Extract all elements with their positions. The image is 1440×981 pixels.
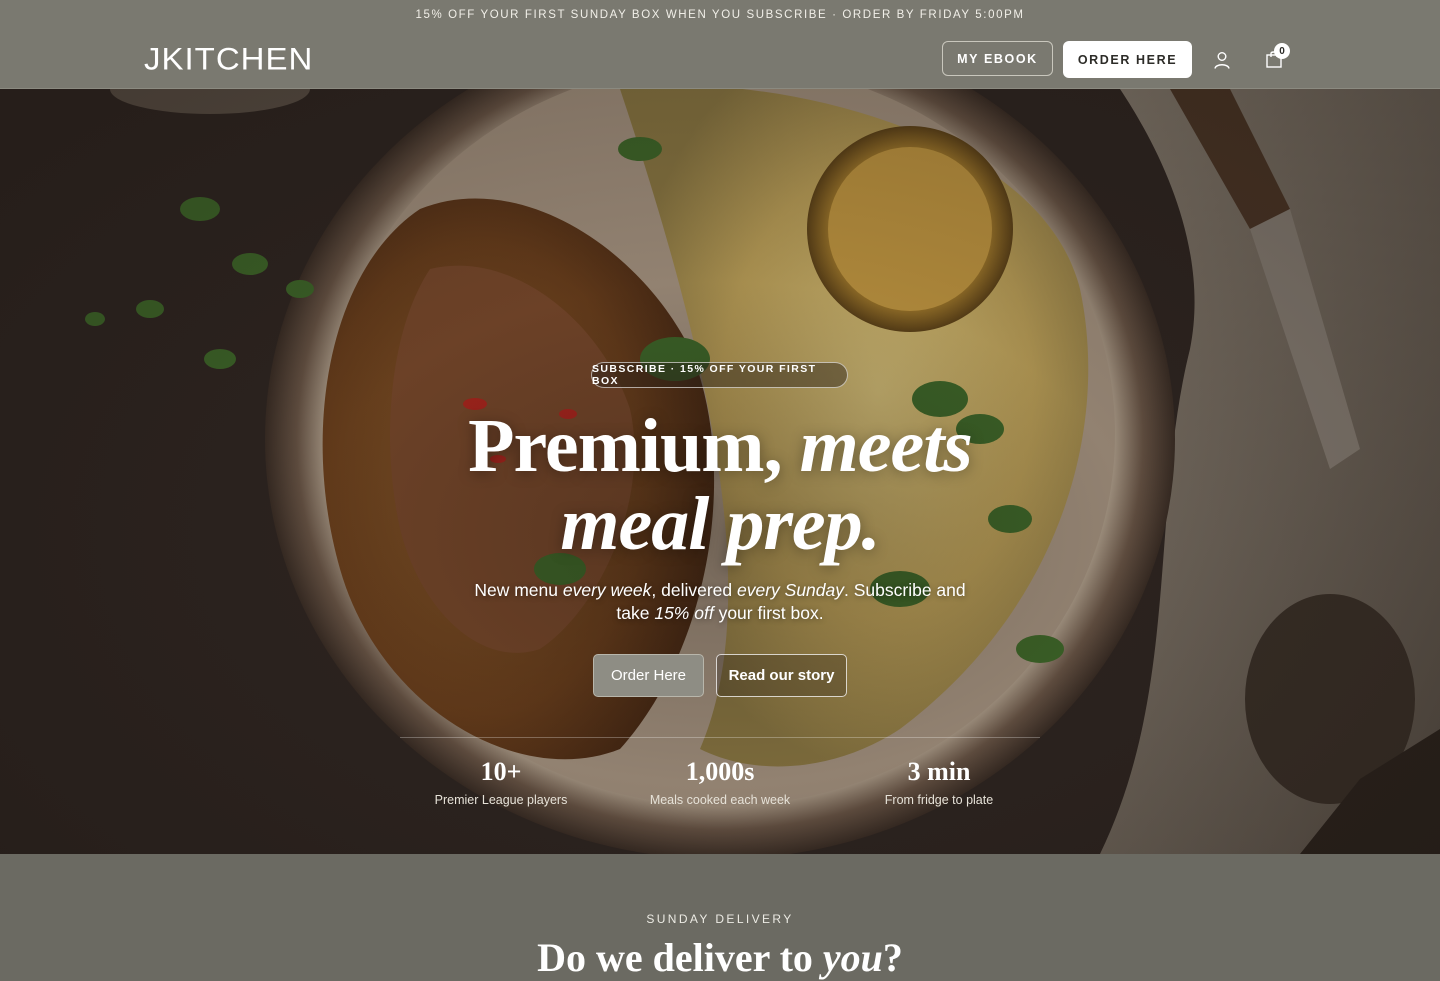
subtext-part: your first box.	[713, 603, 824, 623]
stat-prep-time: 3 min From fridge to plate	[829, 755, 1049, 807]
stat-label: From fridge to plate	[884, 793, 994, 807]
subtext-part: New menu	[474, 580, 563, 600]
headline-emphasis-line2: meal prep.	[560, 482, 880, 566]
hero-section: SUBSCRIBE · 15% OFF YOUR FIRST BOX Premi…	[0, 89, 1440, 854]
hero-order-button[interactable]: Order Here	[593, 654, 704, 697]
order-here-button[interactable]: ORDER HERE	[1063, 41, 1192, 78]
delivery-kicker: SUNDAY DELIVERY	[646, 912, 794, 926]
stat-label: Premier League players	[434, 793, 568, 807]
stats-divider	[400, 737, 1040, 738]
cart-count-badge: 0	[1274, 43, 1290, 59]
delivery-title-part: Do we deliver to	[537, 935, 823, 980]
user-icon[interactable]	[1212, 50, 1232, 70]
read-story-button[interactable]: Read our story	[716, 654, 847, 697]
headline-plain: Premium,	[468, 404, 783, 488]
site-header: JKITCHEN MY EBOOK ORDER HERE 0	[0, 30, 1440, 89]
subtext-emphasis: every week	[562, 580, 652, 600]
subtext-emphasis: every Sunday	[737, 580, 845, 600]
stat-meals: 1,000s Meals cooked each week	[610, 755, 830, 807]
delivery-title-emphasis: you	[822, 935, 883, 980]
subscribe-pill: SUBSCRIBE · 15% OFF YOUR FIRST BOX	[591, 362, 848, 388]
stat-value: 3 min	[907, 757, 971, 786]
announcement-bar: 15% OFF YOUR FIRST SUNDAY BOX WHEN YOU S…	[0, 0, 1440, 30]
my-ebook-button[interactable]: MY EBOOK	[942, 41, 1053, 76]
hero-headline: Premium, meets meal prep.	[340, 407, 1100, 563]
delivery-title: Do we deliver to you?	[0, 934, 1440, 981]
stat-label: Meals cooked each week	[649, 793, 791, 807]
stat-value: 1,000s	[685, 757, 755, 786]
stat-players: 10+ Premier League players	[391, 755, 611, 807]
subtext-part: , delivered	[651, 580, 737, 600]
stat-value: 10+	[480, 757, 522, 786]
logo[interactable]: JKITCHEN	[144, 41, 313, 77]
headline-emphasis: meets	[799, 404, 973, 488]
delivery-title-end: ?	[882, 935, 903, 980]
subtext-emphasis: 15% off	[654, 603, 714, 623]
hero-subtext: New menu every week, delivered every Sun…	[470, 579, 970, 625]
